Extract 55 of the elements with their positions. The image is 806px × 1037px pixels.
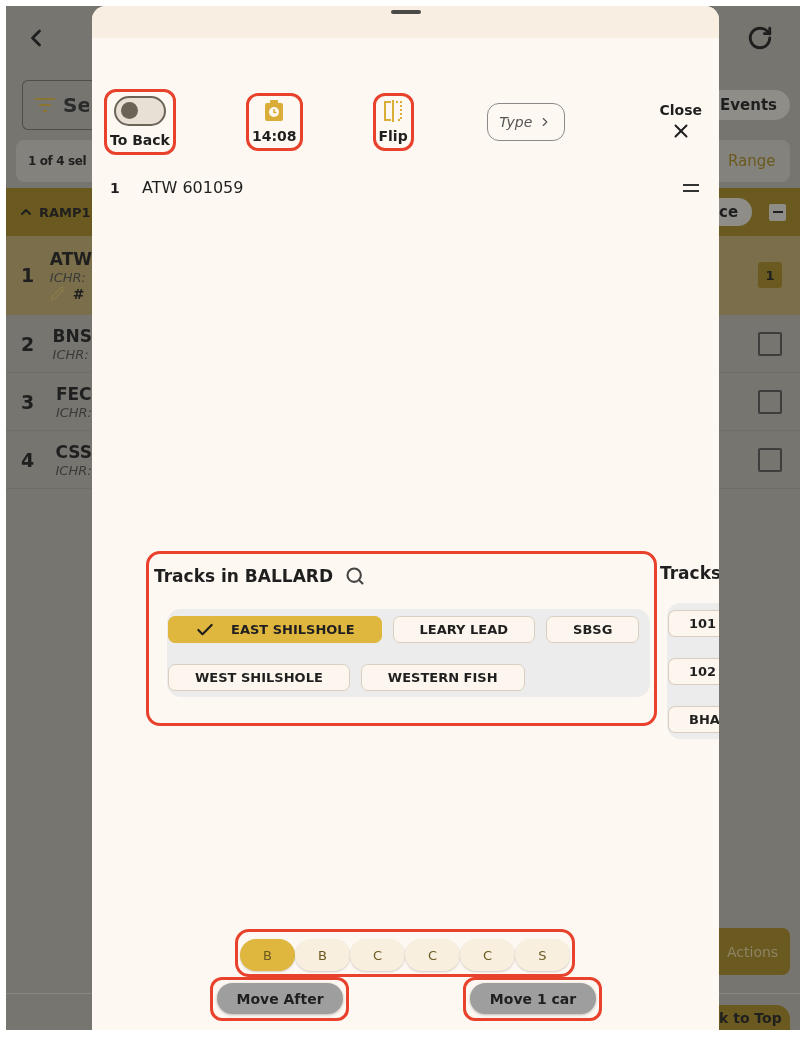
track-chip[interactable]: WESTERN FISH — [360, 664, 525, 691]
car-index: 1 — [110, 179, 121, 196]
group-button[interactable]: ce — [719, 198, 752, 226]
tracks-title: Tracks in BALLARD — [154, 566, 333, 586]
row-title: ATW — [49, 248, 92, 269]
row-title: FEC — [55, 383, 92, 404]
car-type-pill[interactable]: B — [295, 939, 350, 971]
car-type-pill[interactable]: C — [460, 939, 515, 971]
car-type-pill[interactable]: C — [350, 939, 405, 971]
row-title: CSS — [55, 441, 92, 462]
row-number: 3 — [20, 390, 36, 413]
group-checkbox[interactable] — [769, 203, 786, 221]
track-chip[interactable]: WEST SHILSHOLE — [168, 664, 350, 691]
sheet-handle[interactable] — [390, 10, 421, 14]
drag-handle-icon[interactable] — [683, 183, 699, 192]
car-type-pill[interactable]: C — [405, 939, 460, 971]
row-number: 4 — [20, 448, 36, 471]
selection-summary: 1 of 4 sel — [27, 154, 87, 168]
close-button[interactable]: Close — [659, 101, 702, 142]
car-name: ATW 601059 — [142, 178, 244, 197]
events-button[interactable]: Events — [719, 90, 790, 120]
type-button[interactable]: Type — [486, 102, 565, 141]
time-button[interactable]: 14:08 — [248, 95, 300, 148]
row-subtitle: ICHR: — [49, 269, 87, 285]
move-button[interactable]: Move After — [217, 983, 343, 1014]
car-type-pill[interactable]: B — [240, 939, 295, 971]
row-title: BNS — [52, 325, 92, 346]
track-chip[interactable]: LEARY LEAD — [392, 616, 535, 643]
toggle-switch[interactable] — [113, 95, 166, 126]
car-type-pill[interactable]: S — [515, 939, 570, 971]
track-chip[interactable]: BHA — [668, 706, 719, 733]
search-icon[interactable] — [345, 566, 365, 586]
track-chip[interactable]: SBSG — [546, 616, 640, 643]
group-header[interactable]: ce — [719, 188, 800, 236]
group-name: RAMP1 — [39, 204, 91, 220]
flip-icon — [383, 99, 404, 122]
row-checkbox[interactable] — [758, 447, 782, 472]
row-subtitle: ICHR: — [55, 462, 92, 478]
row-number: 2 — [20, 332, 36, 355]
row-checkbox[interactable] — [758, 331, 782, 356]
row-subtitle: ICHR: — [55, 404, 92, 420]
track-chip[interactable]: 101 — [668, 610, 719, 637]
refresh-icon[interactable] — [746, 25, 773, 51]
row-number: 1 — [20, 264, 36, 286]
count-badge: 1 — [758, 262, 782, 288]
row-checkbox[interactable] — [758, 389, 782, 414]
move-button[interactable]: Move 1 car — [470, 983, 596, 1014]
timer-icon — [264, 99, 285, 122]
filter-icon — [35, 98, 55, 112]
to-back-toggle[interactable]: To Back — [107, 91, 173, 152]
track-chip[interactable]: 102 — [668, 658, 719, 685]
track-chip[interactable]: EAST SHILSHOLE — [168, 616, 382, 643]
flip-button[interactable]: Flip — [375, 95, 411, 148]
row-subtitle: ICHR: — [52, 346, 90, 362]
row-note: # — [72, 285, 85, 302]
